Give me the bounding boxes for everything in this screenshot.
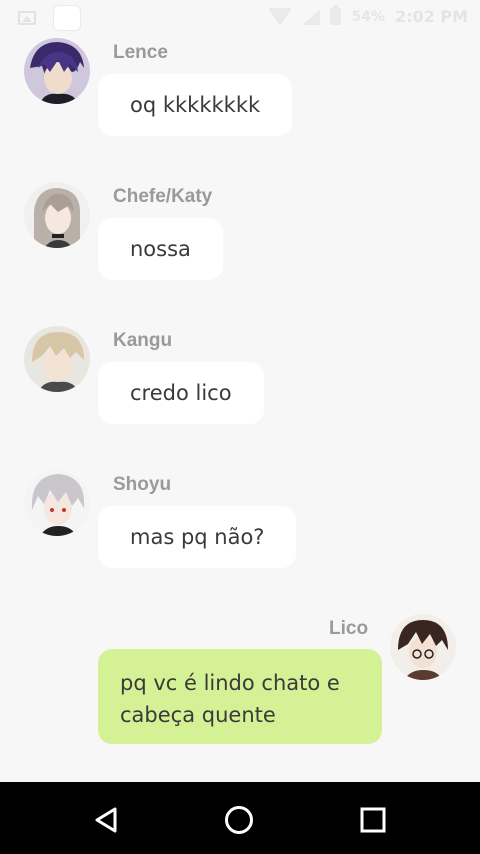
- avatar[interactable]: [24, 470, 90, 536]
- avatar[interactable]: [24, 326, 90, 392]
- image-notification-icon: [18, 11, 36, 25]
- avatar[interactable]: [390, 614, 456, 680]
- message-bubble: oq kkkkkkkk: [98, 74, 293, 136]
- username: Chefe/Katy: [113, 186, 213, 207]
- battery-percent: 54%: [351, 8, 385, 25]
- navigation-bar: [0, 782, 480, 854]
- back-icon: [95, 807, 117, 833]
- message-bubble: nossa: [98, 218, 223, 280]
- recents-icon: [360, 807, 386, 833]
- message-bubble: credo lico: [98, 362, 264, 424]
- message-bubble: mas pq não?: [98, 506, 297, 568]
- battery-icon: [330, 5, 342, 25]
- wifi-icon: [268, 7, 293, 26]
- avatar[interactable]: [24, 182, 90, 248]
- username: Shoyu: [113, 474, 172, 495]
- signal-icon: [302, 8, 321, 25]
- username: Lence: [113, 42, 168, 63]
- app-notification-icon: [54, 6, 80, 30]
- home-button[interactable]: [221, 802, 257, 838]
- message-bubble-own: pq vc é lindo chato e cabeça quente: [98, 649, 382, 744]
- home-icon: [225, 806, 253, 834]
- back-button[interactable]: [88, 802, 124, 838]
- avatar[interactable]: [24, 38, 90, 104]
- recents-button[interactable]: [355, 802, 391, 838]
- clock: 2:02 PM: [394, 7, 468, 26]
- status-bar: 54% 2:02 PM: [0, 0, 480, 34]
- username: Kangu: [113, 330, 173, 351]
- username: Lico: [329, 618, 369, 639]
